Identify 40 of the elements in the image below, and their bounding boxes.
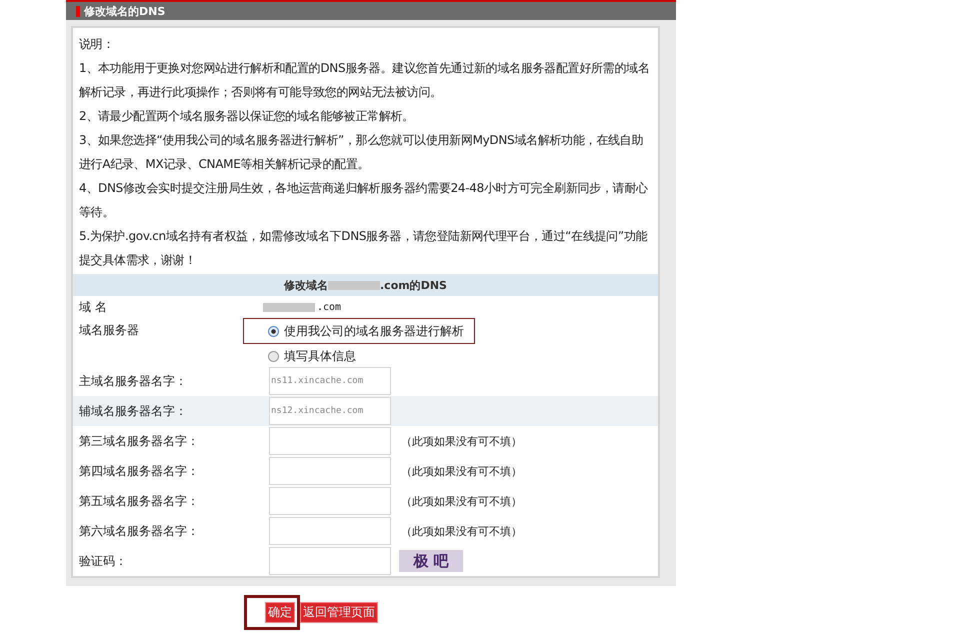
- instruction-text: 4、DNS修改会实时提交注册局生效，各地运营商递归解析服务器约需要24-48小时方可完全刷新同步，请耐心等待。: [79, 180, 649, 221]
- form-title-text: .com的DNS: [380, 278, 447, 292]
- blurred-block: [328, 280, 380, 290]
- input-field[interactable]: [269, 427, 391, 455]
- input-field[interactable]: [269, 547, 391, 575]
- back-button[interactable]: 返回管理页面: [300, 602, 378, 623]
- marker-icon: [76, 6, 80, 16]
- domain-value: .com: [317, 302, 342, 312]
- input-field[interactable]: [269, 457, 391, 485]
- input-field[interactable]: ns12.xincache.com: [269, 397, 391, 425]
- radio-button[interactable]: [268, 350, 279, 362]
- field-label: 主域名服务器名字：: [78, 372, 188, 390]
- hint-text: （此项如果没有可不填）: [401, 494, 522, 508]
- hint-text: （此项如果没有可不填）: [401, 524, 522, 538]
- field-label: 域名服务器: [78, 322, 140, 339]
- panel-title: 修改域名的DNS: [84, 4, 166, 18]
- form-title-text: 修改域名: [284, 278, 328, 292]
- input-field[interactable]: [269, 517, 391, 545]
- hint-text: （此项如果没有可不填）: [401, 464, 522, 478]
- hint-text: （此项如果没有可不填）: [401, 434, 522, 448]
- field-label: 辅域名服务器名字：: [78, 402, 188, 420]
- field-label: 验证码：: [78, 552, 128, 570]
- field-label: 第四域名服务器名字：: [78, 462, 200, 480]
- field-label: 第五域名服务器名字：: [78, 492, 200, 510]
- input-field[interactable]: [269, 487, 391, 515]
- radio-label: 使用我公司的域名服务器进行解析: [284, 322, 464, 340]
- field-label: 第六域名服务器名字：: [78, 522, 200, 540]
- captcha-image: 极 吧: [399, 550, 463, 572]
- instruction-text: 5.为保护.gov.cn域名持有者权益，如需修改域名下DNS服务器，请您登陆新网代理平台，通过“在线提问”功能提交具体需求，谢谢！: [79, 228, 648, 269]
- instruction-text: 2、请最少配置两个域名服务器以保证您的域名能够被正常解析。: [79, 108, 415, 125]
- instruction-text: 3、如果您选择“使用我公司的域名服务器进行解析”，那么您就可以使用新网MyDNS域名解析功能，在线自助进行A纪录、MX记录、CNAME等相关解析记录的配置。: [79, 132, 644, 173]
- field-label: 第三域名服务器名字：: [78, 432, 200, 450]
- blurred-block: [263, 302, 315, 312]
- radio-button[interactable]: [268, 326, 279, 336]
- notes-heading: 说明：: [79, 36, 116, 53]
- field-label: 域 名: [78, 298, 108, 316]
- instruction-text: 1、本功能用于更换对您网站进行解析和配置的DNS服务器。建议您首先通过新的域名服务器配置好所需的域名解析记录，再进行此项操作；否则将有可能导致您的网站无法被访问。: [79, 60, 650, 101]
- confirm-button[interactable]: 确定: [265, 602, 295, 623]
- input-field[interactable]: ns11.xincache.com: [269, 367, 391, 395]
- radio-label: 填写具体信息: [284, 348, 356, 364]
